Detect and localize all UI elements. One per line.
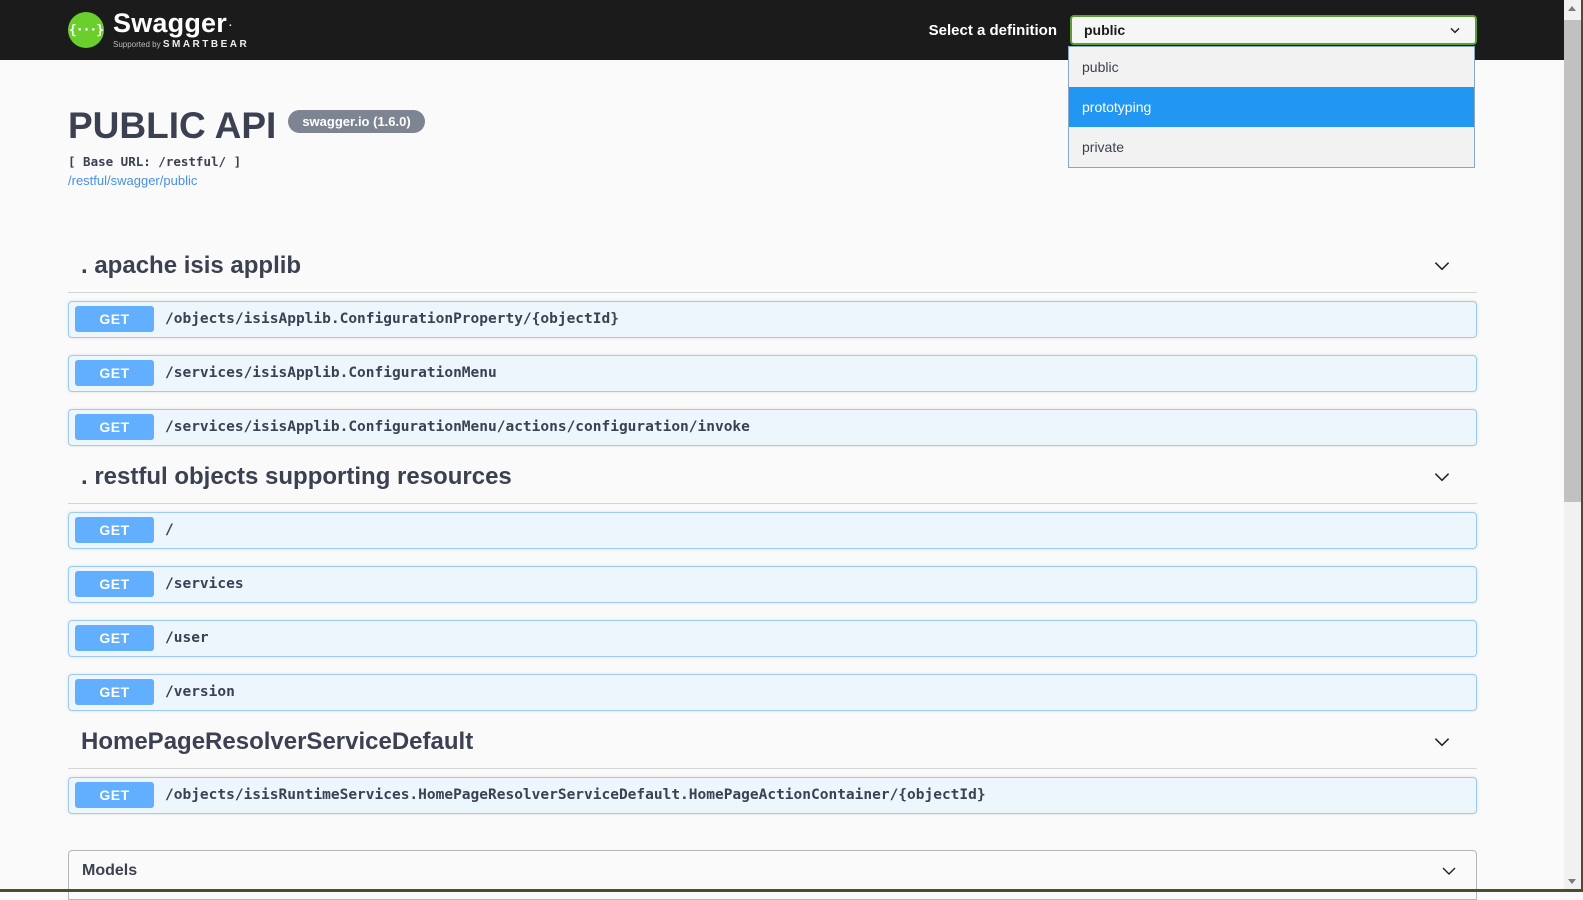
operation-path: / [165,522,174,539]
definition-select-value: public [1084,22,1126,38]
dropdown-option-public[interactable]: public [1069,47,1474,87]
operation-row[interactable]: GET /version [68,673,1477,711]
tag-header-apache-isis-applib[interactable]: . apache isis applib [68,252,1477,293]
supported-by-text: Supported by [113,40,161,49]
dropdown-option-prototyping[interactable]: prototyping [1069,87,1474,127]
main-content: PUBLIC API swagger.io (1.6.0) [ Base URL… [0,60,1583,900]
swagger-logo-icon: {···} [68,12,104,48]
chevron-down-icon [1447,22,1463,38]
tag-header-restful-objects-supporting-resources[interactable]: . restful objects supporting resources [68,463,1477,504]
method-badge: GET [75,571,154,598]
dropdown-option-private[interactable]: private [1069,127,1474,167]
brand-trademark-dot: . [228,18,232,29]
operation-row[interactable]: GET /objects/isisRuntimeServices.HomePag… [68,776,1477,814]
scrollbar-thumb[interactable] [1564,20,1581,502]
version-badge: swagger.io (1.6.0) [288,110,425,133]
operation-path: /services [165,576,244,593]
operation-row[interactable]: GET /services/isisApplib.ConfigurationMe… [68,354,1477,392]
tag-section-homepageresolverservicedefault: HomePageResolverServiceDefault GET /obje… [68,728,1477,814]
braces-glyph: {···} [68,22,104,38]
operation-path: /services/isisApplib.ConfigurationMenu [165,365,497,382]
method-badge: GET [75,625,154,652]
operation-path: /objects/isisRuntimeServices.HomePageRes… [165,787,986,804]
models-title: Models [82,861,138,879]
operation-path: /objects/isisApplib.ConfigurationPropert… [165,311,619,328]
operation-row[interactable]: GET /services [68,565,1477,603]
tag-title: . restful objects supporting resources [81,462,512,490]
tag-section-restful-objects-supporting-resources: . restful objects supporting resources G… [68,463,1477,711]
models-header[interactable]: Models [69,851,1476,891]
operation-path: /user [165,630,209,647]
models-section: Models [68,849,1477,900]
scrollbar-down-arrow-icon[interactable] [1568,879,1576,884]
spec-link[interactable]: /restful/swagger/public [68,173,197,188]
method-badge: GET [75,306,154,333]
tag-section-apache-isis-applib: . apache isis applib GET /objects/isisAp… [68,252,1477,446]
operation-row[interactable]: GET /objects/isisApplib.ConfigurationPro… [68,300,1477,338]
method-badge: GET [75,517,154,544]
select-definition-label: Select a definition [928,21,1057,39]
supported-by-line: Supported by SMARTBEAR [113,39,249,50]
operation-row[interactable]: GET /services/isisApplib.ConfigurationMe… [68,408,1477,446]
tag-header-homepageresolverservicedefault[interactable]: HomePageResolverServiceDefault [68,728,1477,769]
method-badge: GET [75,360,154,387]
smartbear-wordmark: SMARTBEAR [162,39,250,50]
operation-row[interactable]: GET /user [68,619,1477,657]
operation-path: /services/isisApplib.ConfigurationMenu/a… [165,419,750,436]
chevron-down-icon[interactable] [1431,255,1453,277]
method-badge: GET [75,414,154,441]
chevron-down-icon[interactable] [1431,731,1453,753]
operations-list: GET /objects/isisRuntimeServices.HomePag… [68,776,1477,814]
scrollbar-up-arrow-icon[interactable] [1568,6,1576,11]
api-title-text: PUBLIC API [68,105,277,146]
definition-area: Select a definition public [929,15,1477,45]
brand-name: Swagger. [113,8,232,38]
operation-row[interactable]: GET / [68,511,1477,549]
operation-path: /version [165,684,235,701]
operations-list: GET / GET /services GET /user GET /versi… [68,511,1477,711]
method-badge: GET [75,782,154,809]
method-badge: GET [75,679,154,706]
swagger-logo[interactable]: {···} Swagger. Supported by SMARTBEAR [68,10,249,50]
chevron-down-icon[interactable] [1439,861,1459,881]
chevron-down-icon[interactable] [1431,466,1453,488]
tag-title: . apache isis applib [81,251,302,279]
definition-select[interactable]: public [1070,15,1477,45]
vertical-scrollbar[interactable] [1564,0,1581,892]
operations-list: GET /objects/isisApplib.ConfigurationPro… [68,300,1477,446]
tag-title: HomePageResolverServiceDefault [81,727,474,755]
definition-dropdown-menu: public prototyping private [1068,46,1475,168]
